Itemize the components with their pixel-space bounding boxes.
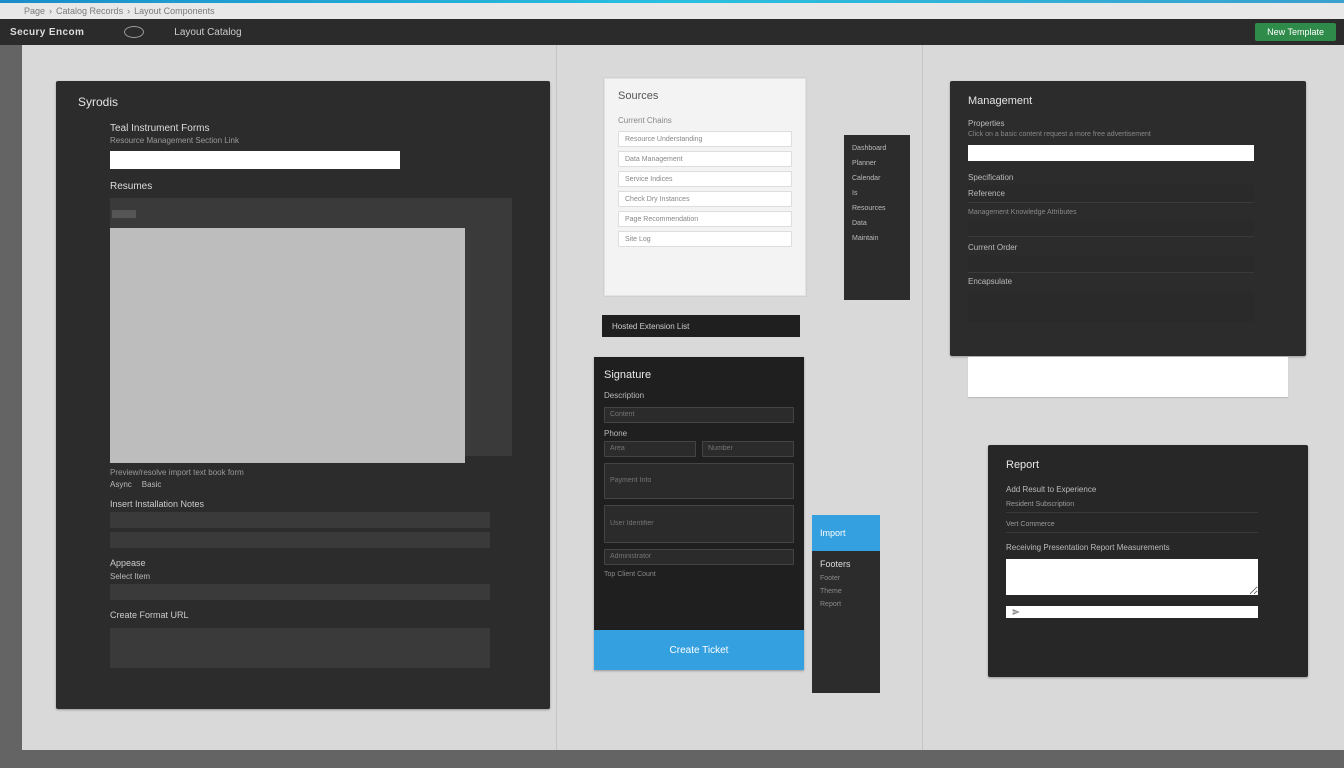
list-item[interactable]: Resource Understanding bbox=[618, 131, 792, 147]
breadcrumb-segment[interactable]: Catalog Records bbox=[56, 6, 123, 16]
appease-input[interactable] bbox=[110, 584, 490, 600]
panel-title: Report bbox=[1006, 459, 1290, 471]
send-icon bbox=[1012, 608, 1020, 616]
underline-input[interactable]: Resident Subscription bbox=[1006, 497, 1258, 513]
management-panel: Management Properties Click on a basic c… bbox=[950, 81, 1306, 356]
payment-info-input[interactable] bbox=[604, 463, 794, 499]
list-item[interactable]: Service Indices bbox=[618, 171, 792, 187]
create-ticket-button[interactable]: Create Ticket bbox=[594, 630, 804, 670]
report-textarea[interactable] bbox=[1006, 559, 1258, 595]
description-input[interactable] bbox=[604, 407, 794, 423]
properties-input[interactable] bbox=[968, 145, 1254, 161]
section-subhead: Teal Instrument Forms bbox=[110, 123, 528, 134]
footer-nav: Import Footers Footer Theme Report bbox=[812, 515, 880, 693]
image-drop-zone[interactable] bbox=[110, 198, 512, 456]
select-item-label: Select Item bbox=[110, 572, 528, 581]
field-label: Add Result to Experience bbox=[1006, 485, 1290, 494]
nav-header[interactable]: Import bbox=[812, 515, 880, 551]
image-placeholder bbox=[110, 228, 465, 463]
spec-row[interactable] bbox=[968, 219, 1254, 237]
breadcrumb-segment[interactable]: Page bbox=[24, 6, 45, 16]
spec-row[interactable]: Reference bbox=[968, 185, 1254, 203]
nav-item[interactable]: Resources bbox=[852, 205, 902, 212]
helper-text: Click on a basic content request a more … bbox=[968, 131, 1288, 138]
nav-item[interactable]: Planner bbox=[852, 160, 902, 167]
toolbar-section-label: Layout Catalog bbox=[174, 27, 241, 38]
panel-title: Management bbox=[968, 95, 1288, 107]
format-url-textarea[interactable] bbox=[110, 628, 490, 668]
nav-group-title: Footers bbox=[820, 559, 872, 569]
field-caption: Resource Management Section Link bbox=[110, 136, 528, 145]
panel-title: Syrodis bbox=[78, 95, 528, 109]
helper-text: Preview/resolve import text book form bbox=[110, 468, 528, 477]
extension-list-bar[interactable]: Hosted Extension List bbox=[602, 315, 800, 337]
signature-panel: Signature Description Phone Top Client C… bbox=[594, 357, 804, 670]
field-label: Current Order bbox=[968, 243, 1288, 252]
user-id-input[interactable] bbox=[604, 505, 794, 543]
underline-input[interactable]: Vert Commerce bbox=[1006, 517, 1258, 533]
installation-notes-input-2[interactable] bbox=[110, 532, 490, 548]
administrator-input[interactable] bbox=[604, 549, 794, 565]
nav-item[interactable]: Calendar bbox=[852, 175, 902, 182]
list-item[interactable]: Check Dry Instances bbox=[618, 191, 792, 207]
field-label: Encapsulate bbox=[968, 277, 1288, 286]
field-label: Receiving Presentation Report Measuremen… bbox=[1006, 543, 1290, 552]
field-label: Description bbox=[604, 391, 794, 400]
order-row[interactable] bbox=[968, 255, 1254, 273]
field-label: Create Format URL bbox=[110, 610, 528, 620]
send-button[interactable] bbox=[1006, 606, 1258, 618]
main-toolbar: Secury Encom Layout Catalog New Template bbox=[0, 19, 1344, 45]
field-label: Resumes bbox=[110, 181, 528, 192]
column-divider bbox=[922, 45, 923, 750]
encapsulate-textarea[interactable] bbox=[968, 292, 1254, 322]
phone-area-input[interactable] bbox=[604, 441, 696, 457]
field-label: Insert Installation Notes bbox=[110, 499, 528, 509]
list-item[interactable]: Data Management bbox=[618, 151, 792, 167]
option-async[interactable]: Async bbox=[110, 480, 132, 489]
nav-item[interactable]: Data bbox=[852, 220, 902, 227]
nav-item[interactable]: Report bbox=[820, 601, 872, 608]
preview-card bbox=[968, 357, 1288, 397]
nav-item[interactable]: Footer bbox=[820, 575, 872, 582]
group-label: Current Chains bbox=[618, 116, 792, 125]
resource-link-input[interactable] bbox=[110, 151, 400, 169]
form-panel-syrodis: Syrodis Teal Instrument Forms Resource M… bbox=[56, 81, 550, 709]
panel-title: Signature bbox=[604, 369, 794, 381]
nav-item[interactable]: Theme bbox=[820, 588, 872, 595]
phone-number-input[interactable] bbox=[702, 441, 794, 457]
column-divider bbox=[556, 45, 557, 750]
sources-panel: Sources Current Chains Resource Understa… bbox=[603, 77, 807, 297]
field-label: Properties bbox=[968, 119, 1288, 128]
field-label: Phone bbox=[604, 429, 794, 438]
list-item[interactable]: Site Log bbox=[618, 231, 792, 247]
panel-title: Sources bbox=[618, 90, 792, 102]
field-label: Appease bbox=[110, 558, 528, 568]
workspace: Syrodis Teal Instrument Forms Resource M… bbox=[22, 45, 1344, 750]
footer-hint: Top Client Count bbox=[604, 571, 794, 578]
field-label: Specification bbox=[968, 173, 1288, 182]
breadcrumb: Page › Catalog Records › Layout Componen… bbox=[0, 3, 1344, 19]
nav-item[interactable]: Maintain bbox=[852, 235, 902, 242]
app-brand: Secury Encom bbox=[10, 27, 84, 38]
report-panel: Report Add Result to Experience Resident… bbox=[988, 445, 1308, 677]
installation-notes-input[interactable] bbox=[110, 512, 490, 528]
list-item[interactable]: Page Recommendation bbox=[618, 211, 792, 227]
visibility-toggle-icon[interactable] bbox=[124, 26, 144, 38]
breadcrumb-segment[interactable]: Layout Components bbox=[134, 6, 215, 16]
new-template-button[interactable]: New Template bbox=[1255, 23, 1336, 41]
nav-item[interactable]: Dashboard bbox=[852, 145, 902, 152]
option-basic[interactable]: Basic bbox=[142, 480, 162, 489]
helper-text: Management Knowledge Attributes bbox=[968, 209, 1288, 216]
side-nav: Dashboard Planner Calendar Is Resources … bbox=[844, 135, 910, 300]
nav-item[interactable]: Is bbox=[852, 190, 902, 197]
